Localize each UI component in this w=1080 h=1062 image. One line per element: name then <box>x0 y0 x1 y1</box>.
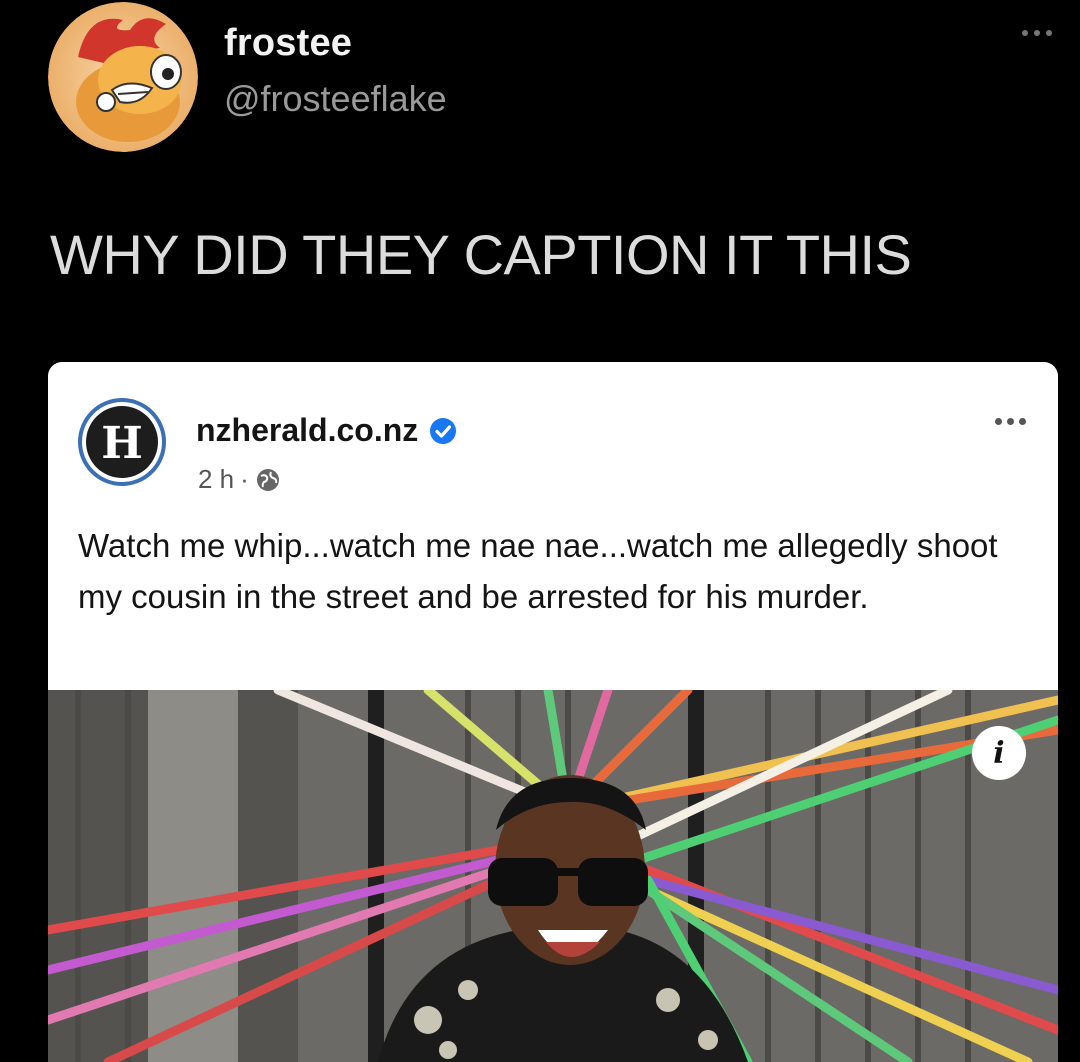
embedded-post-card[interactable]: H nzherald.co.nz 2 h · Watch me whip...w… <box>48 362 1058 1062</box>
info-button[interactable]: i <box>972 726 1026 780</box>
dot <box>1034 30 1040 36</box>
post-time[interactable]: 2 h <box>198 464 234 495</box>
display-name[interactable]: frostee <box>224 22 352 65</box>
post-more-options-icon[interactable] <box>995 418 1026 425</box>
dot <box>1019 418 1026 425</box>
dot <box>1007 418 1014 425</box>
photo-illustration <box>48 690 1058 1062</box>
post-photo[interactable]: i <box>48 690 1058 1062</box>
post-meta: 2 h · <box>198 464 281 495</box>
avatar[interactable] <box>48 2 198 152</box>
nzherald-logo[interactable]: H <box>78 398 166 486</box>
dot <box>995 418 1002 425</box>
more-options-icon[interactable] <box>1022 30 1052 36</box>
page-name-label: nzherald.co.nz <box>196 412 419 448</box>
post-caption: Watch me whip...watch me nae nae...watch… <box>78 527 998 615</box>
page-name[interactable]: nzherald.co.nz <box>196 412 458 449</box>
dot <box>1046 30 1052 36</box>
globe-icon <box>256 468 279 491</box>
herald-logo-icon: H <box>78 398 166 486</box>
user-handle[interactable]: @frosteeflake <box>224 78 447 120</box>
verified-badge-icon <box>430 417 457 444</box>
dot <box>1022 30 1028 36</box>
logo-letter: H <box>101 418 143 469</box>
separator: · <box>240 464 249 494</box>
rooster-avatar-icon <box>48 2 198 152</box>
tweet-text: WHY DID THEY CAPTION IT THIS <box>50 223 912 286</box>
